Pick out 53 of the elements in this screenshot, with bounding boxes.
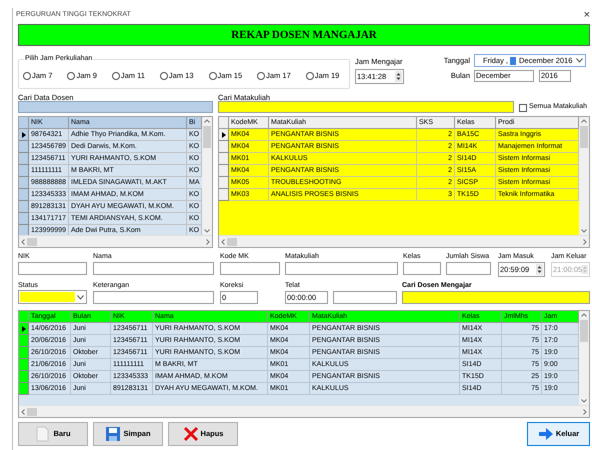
input-field[interactable] xyxy=(93,291,214,304)
scroll-down-icon xyxy=(204,229,210,233)
scrollbar[interactable] xyxy=(219,235,589,247)
close-button[interactable]: × xyxy=(584,10,590,20)
current-row-icon xyxy=(22,326,26,332)
scroll-right-icon xyxy=(583,238,587,244)
dropdown[interactable] xyxy=(18,290,87,304)
input-field[interactable] xyxy=(403,262,441,275)
input-field[interactable] xyxy=(18,262,87,275)
dropdown-caret-icon xyxy=(77,294,84,300)
scroll-thumb[interactable] xyxy=(227,238,237,246)
search-field[interactable] xyxy=(18,101,213,113)
scrollbar[interactable] xyxy=(19,235,212,247)
scroll-down-icon xyxy=(581,229,587,233)
scroll-thumb[interactable] xyxy=(27,238,37,246)
scrollbar[interactable] xyxy=(19,405,589,417)
spin-arrows-icon xyxy=(582,264,588,275)
scroll-left-icon xyxy=(221,238,225,244)
arrow-right-icon xyxy=(538,426,554,442)
row-header[interactable] xyxy=(19,323,29,335)
current-row-icon xyxy=(22,132,26,138)
scrollbar[interactable] xyxy=(579,311,589,405)
scroll-thumb[interactable] xyxy=(580,320,588,342)
scroll-left-icon xyxy=(21,408,25,414)
input-field[interactable] xyxy=(285,262,398,275)
banner-title: REKAP DOSEN MANGAJAR xyxy=(18,24,590,46)
scroll-thumb[interactable] xyxy=(27,408,37,416)
scroll-up-icon xyxy=(581,313,587,317)
spin-arrows-icon xyxy=(395,71,402,82)
spin-arrows-icon xyxy=(536,264,543,275)
input-field[interactable] xyxy=(93,262,214,275)
scroll-right-icon xyxy=(583,408,587,414)
input-field[interactable] xyxy=(333,291,397,304)
scroll-right-icon xyxy=(206,238,210,244)
input-field[interactable] xyxy=(446,262,491,275)
page-icon xyxy=(35,426,52,442)
scrollbar[interactable] xyxy=(202,117,212,235)
current-row-icon xyxy=(222,132,226,138)
date-highlight-icon xyxy=(510,56,516,64)
row-header[interactable] xyxy=(219,129,229,141)
scroll-thumb[interactable] xyxy=(580,126,588,148)
row-header[interactable] xyxy=(19,129,29,141)
input-field[interactable] xyxy=(220,262,280,275)
scroll-left-icon xyxy=(21,238,25,244)
scrollbar[interactable] xyxy=(579,117,589,235)
search-field[interactable] xyxy=(402,291,590,304)
scroll-up-icon xyxy=(581,119,587,123)
search-field[interactable] xyxy=(218,101,514,113)
scroll-thumb[interactable] xyxy=(203,126,211,148)
dropdown-caret-icon xyxy=(576,58,583,63)
x-icon xyxy=(182,426,199,442)
scroll-up-icon xyxy=(204,119,210,123)
scroll-down-icon xyxy=(581,399,587,403)
